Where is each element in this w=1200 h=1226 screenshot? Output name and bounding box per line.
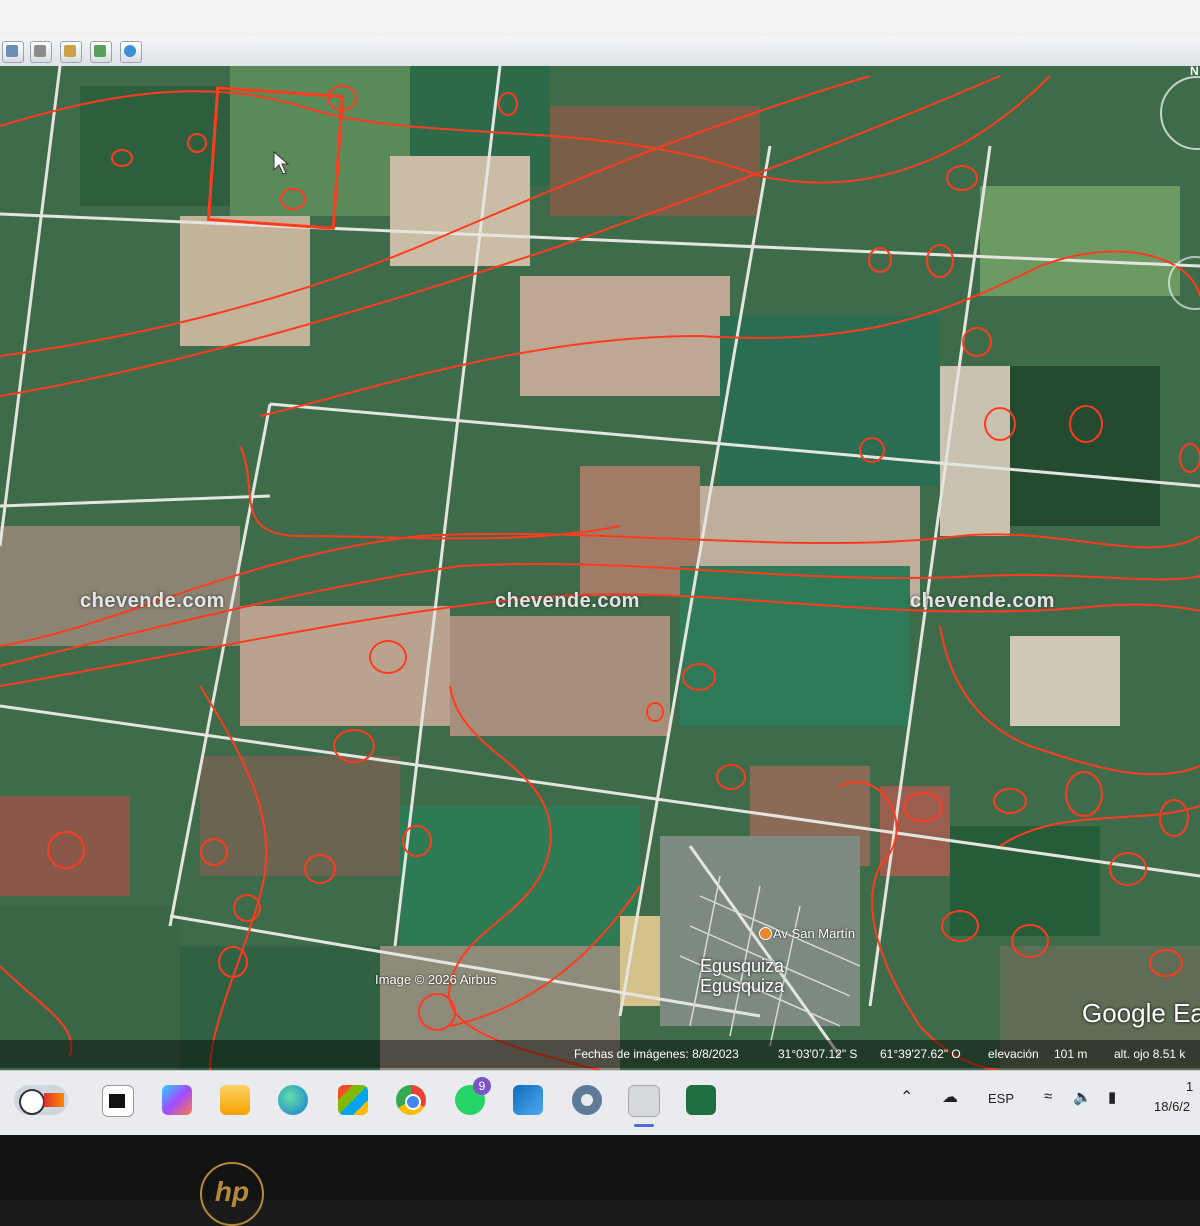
taskbar: 9 ⌃ ☁ ESP ≈ 🔈 ▮ 1 18/6/2 <box>0 1070 1200 1131</box>
show-hidden-icons-chevron-icon[interactable]: ⌃ <box>900 1087 913 1107</box>
active-app-indicator <box>634 1124 654 1127</box>
earth-button[interactable] <box>120 41 142 63</box>
google-earth-logo: Google Ea <box>1082 998 1200 1028</box>
whatsapp-badge: 9 <box>473 1077 491 1095</box>
email-button[interactable] <box>2 41 24 63</box>
copilot-button[interactable] <box>162 1085 192 1115</box>
email-icon <box>6 45 18 57</box>
gear-icon <box>581 1094 593 1106</box>
settings-button[interactable] <box>572 1085 602 1115</box>
language-indicator[interactable]: ESP <box>988 1091 1014 1106</box>
google-earth-pro-button[interactable] <box>628 1085 660 1117</box>
outlook-button[interactable] <box>513 1085 543 1115</box>
file-explorer-button[interactable] <box>220 1085 250 1115</box>
save-image-icon <box>64 45 76 57</box>
chrome-icon <box>405 1094 421 1110</box>
laptop-bezel <box>0 1135 1200 1200</box>
map-icon <box>94 45 106 57</box>
clock-time[interactable]: 1 <box>1186 1079 1193 1094</box>
elevation-label: elevación <box>988 1047 1039 1061</box>
place-label-line-1: Egusquiza <box>700 956 785 976</box>
window-title-area <box>0 0 1200 36</box>
task-view-button[interactable] <box>102 1085 134 1117</box>
print-icon <box>34 45 46 57</box>
soccer-ball-icon <box>19 1089 45 1115</box>
hp-logo: hp <box>200 1162 264 1226</box>
edge-button[interactable] <box>278 1085 308 1115</box>
chrome-button[interactable] <box>396 1085 426 1115</box>
imagery-copyright: Image © 2026 Airbus <box>375 972 497 987</box>
wifi-icon[interactable]: ≈ <box>1044 1088 1052 1105</box>
map-imagery <box>0 66 1200 1070</box>
eye-altitude: alt. ojo 8.51 k <box>1114 1047 1186 1061</box>
clock-date[interactable]: 18/6/2 <box>1154 1099 1190 1114</box>
longitude-readout: 61°39'27.62" O <box>880 1047 961 1061</box>
elevation-value: 101 m <box>1054 1047 1088 1061</box>
screen: chevende.com chevende.com chevende.com A… <box>0 0 1200 1135</box>
place-label[interactable]: Egusquiza Egusquiza <box>700 956 784 996</box>
print-button[interactable] <box>30 41 52 63</box>
status-bar: Fechas de imágenes: 8/8/2023 31°03'07.12… <box>0 1040 1200 1068</box>
globe-icon <box>124 45 136 57</box>
volume-icon[interactable]: 🔈 <box>1073 1088 1092 1106</box>
task-view-icon <box>109 1094 125 1108</box>
latitude-readout: 31°03'07.12" S <box>778 1047 858 1061</box>
flag-icon <box>44 1093 64 1107</box>
weather-widget[interactable] <box>14 1085 68 1115</box>
store-button[interactable] <box>338 1085 368 1115</box>
place-label-line-2: Egusquiza <box>700 976 785 996</box>
onedrive-icon[interactable]: ☁ <box>942 1087 958 1107</box>
battery-icon[interactable]: ▮ <box>1108 1088 1116 1106</box>
road-label[interactable]: Av San Martín <box>757 926 855 941</box>
whatsapp-button[interactable]: 9 <box>455 1077 491 1115</box>
view-maps-button[interactable] <box>90 41 112 63</box>
app-toolbar <box>0 36 1200 67</box>
watermark-center: chevende.com <box>495 590 640 612</box>
imagery-date: Fechas de imágenes: 8/8/2023 <box>574 1047 739 1061</box>
save-image-button[interactable] <box>60 41 82 63</box>
excel-button[interactable] <box>686 1085 716 1115</box>
watermark-left: chevende.com <box>80 590 225 612</box>
field-patches <box>0 66 1200 1070</box>
satellite-map-view[interactable]: chevende.com chevende.com chevende.com A… <box>0 66 1200 1070</box>
watermark-right: chevende.com <box>910 590 1055 612</box>
